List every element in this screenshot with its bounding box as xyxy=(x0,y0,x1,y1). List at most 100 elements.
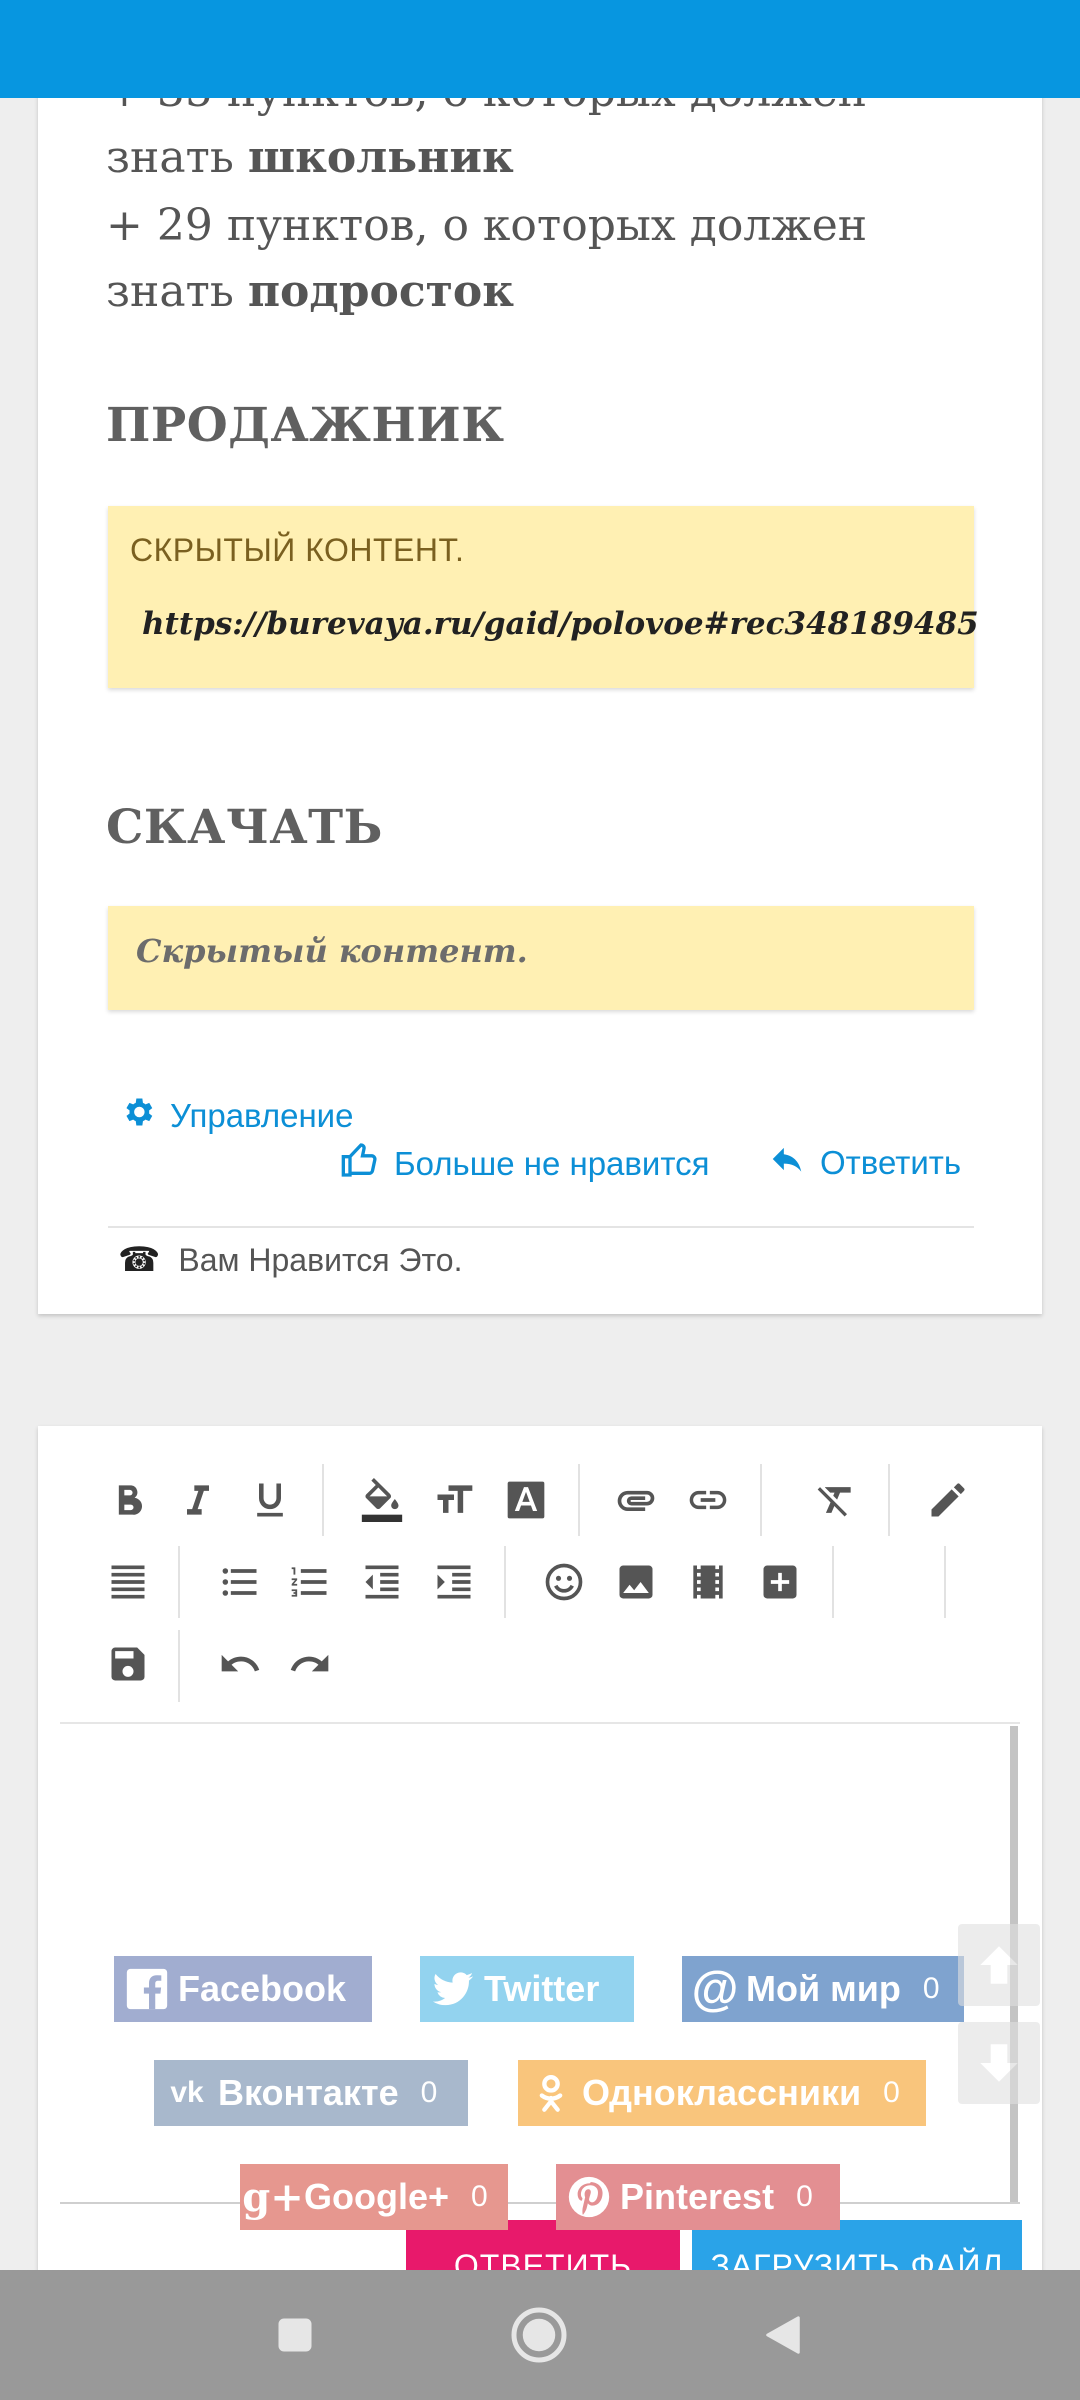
twitter-icon xyxy=(430,1966,476,2012)
reply-label: Ответить xyxy=(820,1144,962,1181)
ok-count: 0 xyxy=(883,2076,900,2109)
post-text-line: знать школьник xyxy=(106,128,514,188)
likes-text: Вам Нравится Это. xyxy=(178,1241,463,1278)
emoji-icon[interactable] xyxy=(534,1552,594,1612)
unlike-button[interactable]: Больше не нравится xyxy=(340,1140,709,1188)
align-justify-icon[interactable] xyxy=(98,1552,158,1612)
gear-icon xyxy=(120,1094,156,1138)
clear-format-icon[interactable] xyxy=(806,1470,866,1530)
back-button[interactable] xyxy=(750,2302,816,2368)
underline-icon[interactable] xyxy=(240,1470,300,1530)
manage-label: Управление xyxy=(170,1097,354,1134)
circle-icon xyxy=(511,2307,567,2363)
section-heading: ПРОДАЖНИК xyxy=(106,398,505,453)
hidden-content-box: Скрытый контент. xyxy=(108,906,974,1010)
save-icon[interactable] xyxy=(98,1634,158,1694)
system-navigation-bar xyxy=(0,2270,1080,2400)
post-text: знать xyxy=(106,132,248,183)
triangle-back-icon xyxy=(766,2316,800,2354)
insert-plus-icon[interactable] xyxy=(750,1552,810,1612)
share-moimir-button[interactable]: @ Мой мир 0 xyxy=(682,1956,964,2022)
vk-count: 0 xyxy=(420,2076,438,2109)
indent-icon[interactable] xyxy=(424,1552,484,1612)
bullet-list-icon[interactable] xyxy=(210,1552,270,1612)
video-icon[interactable] xyxy=(678,1552,738,1612)
scroll-down-button[interactable] xyxy=(958,2022,1040,2104)
at-sign-icon: @ xyxy=(691,1962,739,2016)
post-text: знать xyxy=(106,266,248,317)
arrow-down-icon xyxy=(980,2044,1018,2082)
hidden-content-url[interactable]: https://burevaya.ru/gaid/polovoe#rec3481… xyxy=(142,606,979,642)
odnoklassniki-icon xyxy=(528,2070,574,2116)
square-icon xyxy=(278,2318,312,2352)
post-text-bold: подросток xyxy=(247,266,515,317)
home-button[interactable] xyxy=(506,2302,572,2368)
text-size-icon[interactable] xyxy=(424,1470,484,1530)
share-pinterest-button[interactable]: Pinterest 0 xyxy=(556,2164,840,2230)
phone-icon: ☎ xyxy=(118,1241,161,1279)
share-twitter-button[interactable]: Twitter xyxy=(420,1956,634,2022)
numbered-list-icon[interactable] xyxy=(280,1552,340,1612)
scroll-up-button[interactable] xyxy=(958,1924,1040,2006)
toolbar-separator xyxy=(944,1546,946,1618)
post-text-line: знать подросток xyxy=(106,262,514,322)
pencil-icon[interactable] xyxy=(918,1470,978,1530)
manage-link[interactable]: Управление xyxy=(120,1094,353,1138)
fill-color-icon[interactable] xyxy=(352,1470,412,1530)
text-color-icon[interactable] xyxy=(496,1470,556,1530)
pinterest-icon xyxy=(566,2174,612,2220)
toolbar-separator xyxy=(832,1546,834,1618)
post-card: + 35 пунктов, о которых должен знать шко… xyxy=(38,0,1042,1314)
section-heading: СКАЧАТЬ xyxy=(106,800,383,855)
reply-arrow-icon xyxy=(768,1140,806,1186)
vk-label: Вконтакте xyxy=(218,2072,399,2113)
share-facebook-button[interactable]: Facebook xyxy=(114,1956,372,2022)
facebook-label: Facebook xyxy=(178,1968,347,2009)
top-app-bar xyxy=(0,0,1080,98)
twitter-label: Twitter xyxy=(484,1968,600,2009)
reply-link[interactable]: Ответить xyxy=(768,1140,961,1186)
reply-editor: ОТВЕТИТЬ ЗАГРУЗИТЬ ФАЙЛ xyxy=(38,1426,1042,2386)
attachment-icon[interactable] xyxy=(606,1470,666,1530)
vk-icon: vk xyxy=(170,2076,204,2109)
undo-icon[interactable] xyxy=(210,1634,270,1694)
toolbar-separator xyxy=(504,1546,506,1618)
recents-button[interactable] xyxy=(262,2302,328,2368)
outdent-icon[interactable] xyxy=(352,1552,412,1612)
facebook-icon xyxy=(124,1966,170,2012)
toolbar-separator xyxy=(322,1464,324,1536)
arrow-up-icon xyxy=(980,1946,1018,1984)
ok-label: Одноклассники xyxy=(582,2072,862,2113)
google-plus-icon: g+ xyxy=(242,2173,304,2221)
unlike-label: Больше не нравится xyxy=(394,1145,710,1182)
toolbar-separator xyxy=(178,1630,180,1702)
hidden-content-title: СКРЫТЫЙ КОНТЕНТ. xyxy=(130,532,465,568)
pinterest-count: 0 xyxy=(796,2180,813,2213)
toolbar-separator xyxy=(760,1464,762,1536)
googleplus-count: 0 xyxy=(471,2180,488,2213)
toolbar-divider xyxy=(60,1722,1020,1724)
hidden-content-text: Скрытый контент. xyxy=(136,932,528,970)
image-icon[interactable] xyxy=(606,1552,666,1612)
divider xyxy=(108,1226,974,1228)
share-vk-button[interactable]: vk Вконтакте 0 xyxy=(154,2060,468,2126)
italic-icon[interactable] xyxy=(168,1470,228,1530)
thumbs-up-icon xyxy=(340,1140,380,1188)
share-ok-button[interactable]: Одноклассники 0 xyxy=(518,2060,926,2126)
link-icon[interactable] xyxy=(678,1470,738,1530)
post-text-line: + 29 пунктов, о которых должен xyxy=(106,200,868,251)
post-text-bold: школьник xyxy=(247,132,514,183)
googleplus-label: Google+ xyxy=(304,2176,450,2217)
hidden-content-box: СКРЫТЫЙ КОНТЕНТ. https://burevaya.ru/gai… xyxy=(108,506,979,688)
moimir-label: Мой мир xyxy=(746,1968,901,2009)
pinterest-label: Pinterest xyxy=(620,2176,775,2217)
moimir-count: 0 xyxy=(922,1972,940,2005)
bold-icon[interactable] xyxy=(98,1470,158,1530)
toolbar-separator xyxy=(888,1464,890,1536)
editor-bottom-border xyxy=(60,2202,1020,2204)
toolbar-separator xyxy=(178,1546,180,1618)
redo-icon[interactable] xyxy=(280,1634,340,1694)
share-googleplus-button[interactable]: g+ Google+ 0 xyxy=(240,2164,508,2230)
toolbar-separator xyxy=(578,1464,580,1536)
likes-info: ☎ Вам Нравится Это. xyxy=(118,1240,462,1280)
